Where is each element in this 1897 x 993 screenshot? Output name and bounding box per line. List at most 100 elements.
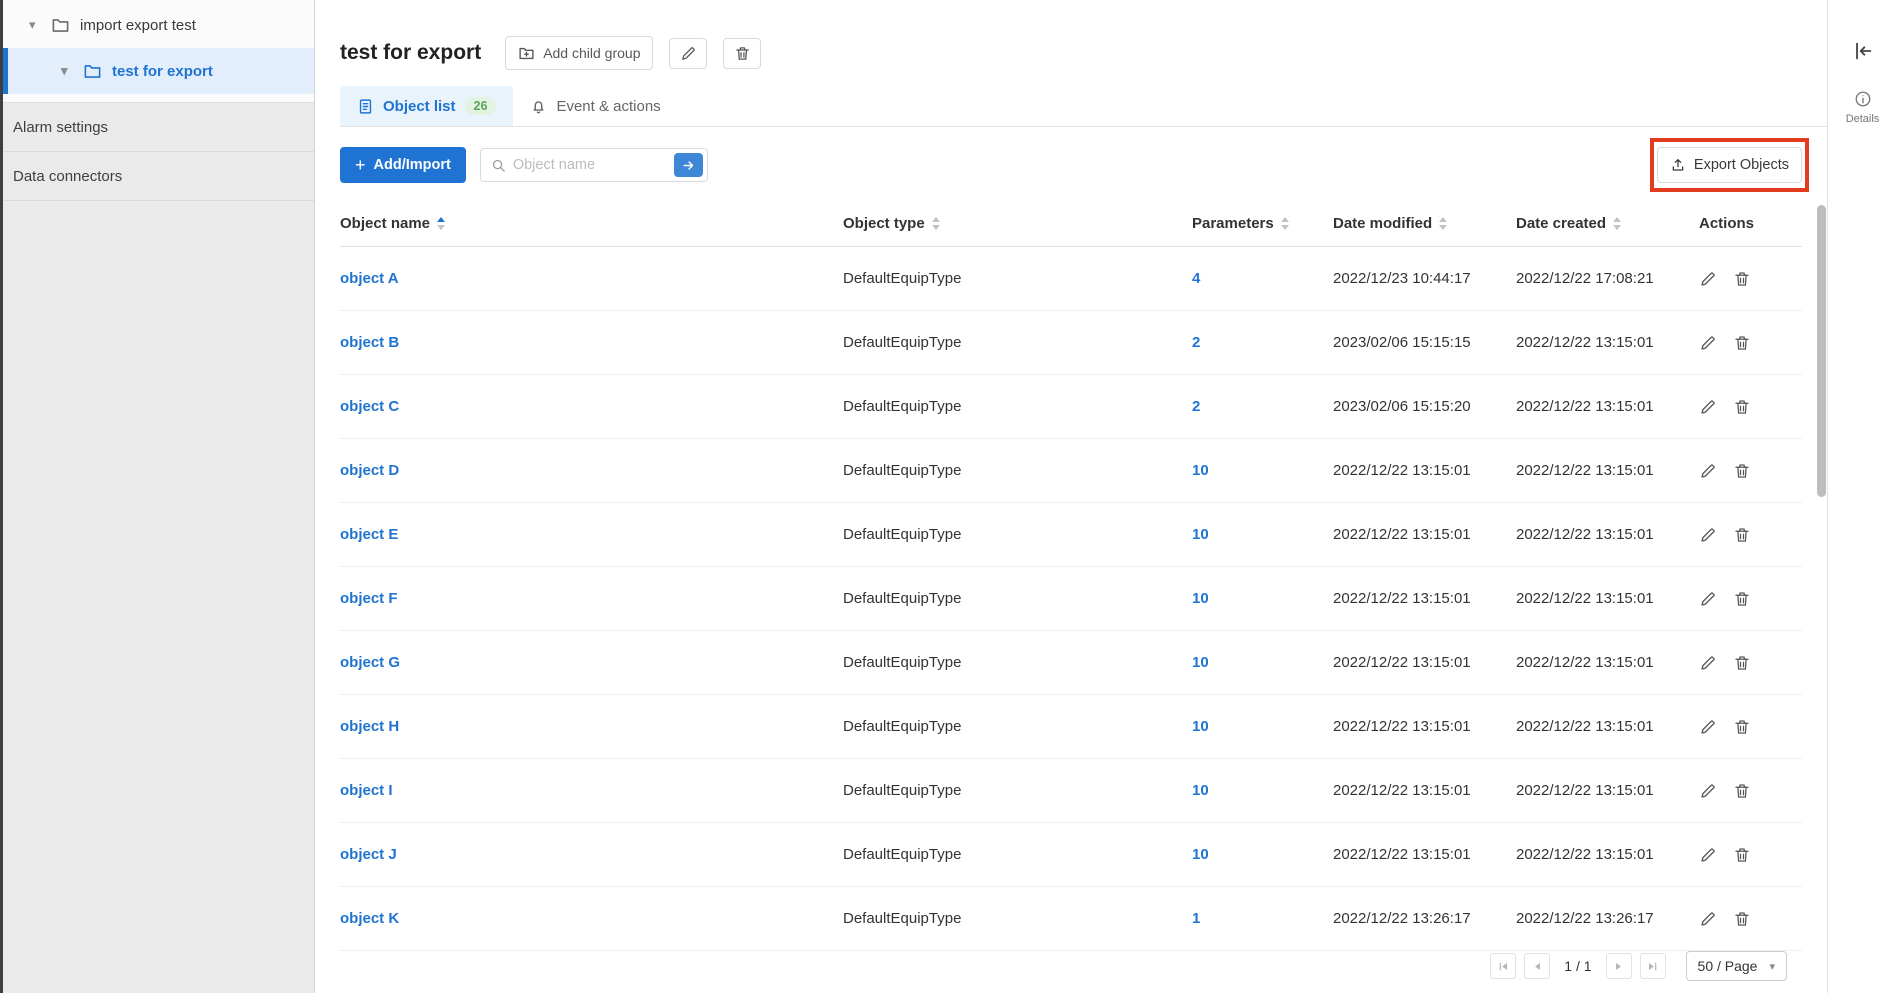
table-row: object A DefaultEquipType 4 2022/12/23 1… — [340, 247, 1802, 311]
object-name-link[interactable]: object E — [340, 526, 398, 543]
add-import-button[interactable]: + Add/Import — [340, 147, 466, 183]
edit-icon[interactable] — [1699, 910, 1717, 928]
object-type-cell: DefaultEquipType — [843, 526, 1192, 543]
page-size-select[interactable]: 50 / Page ▾ — [1686, 951, 1787, 981]
column-parameters[interactable]: Parameters — [1192, 215, 1333, 232]
chevron-down-icon[interactable]: ▾ — [61, 63, 77, 79]
date-modified-cell: 2022/12/22 13:15:01 — [1333, 590, 1516, 607]
parameters-link[interactable]: 10 — [1192, 654, 1209, 671]
edit-group-button[interactable] — [669, 38, 707, 69]
sort-icon[interactable] — [1281, 217, 1289, 230]
sort-icon[interactable] — [1613, 217, 1621, 230]
edit-icon[interactable] — [1699, 782, 1717, 800]
last-page-button[interactable] — [1640, 953, 1666, 979]
sort-icon[interactable] — [932, 217, 940, 230]
object-name-link[interactable]: object H — [340, 718, 399, 735]
delete-group-button[interactable] — [723, 38, 761, 69]
delete-icon[interactable] — [1733, 590, 1751, 608]
delete-icon[interactable] — [1733, 398, 1751, 416]
sort-icon[interactable] — [1439, 217, 1447, 230]
parameters-link[interactable]: 10 — [1192, 846, 1209, 863]
delete-icon[interactable] — [1733, 846, 1751, 864]
delete-icon[interactable] — [1733, 782, 1751, 800]
column-object-type[interactable]: Object type — [843, 215, 1192, 232]
parameters-link[interactable]: 2 — [1192, 334, 1200, 351]
object-name-link[interactable]: object C — [340, 398, 399, 415]
object-name-link[interactable]: object J — [340, 846, 397, 863]
scrollbar-thumb[interactable] — [1817, 205, 1826, 497]
edit-icon[interactable] — [1699, 590, 1717, 608]
parameters-link[interactable]: 10 — [1192, 718, 1209, 735]
parameters-link[interactable]: 10 — [1192, 590, 1209, 607]
sidebar-item-data-connectors[interactable]: Data connectors — [3, 152, 314, 201]
tree-item-test-for-export[interactable]: ▾ test for export — [3, 48, 314, 94]
next-page-button[interactable] — [1606, 953, 1632, 979]
tree-item-label: test for export — [112, 63, 213, 80]
delete-icon[interactable] — [1733, 462, 1751, 480]
chevron-down-icon[interactable]: ▾ — [29, 17, 45, 33]
collapse-panel-icon[interactable] — [1852, 40, 1874, 62]
edit-icon[interactable] — [1699, 654, 1717, 672]
object-name-link[interactable]: object A — [340, 270, 399, 287]
edit-icon[interactable] — [1699, 398, 1717, 416]
object-name-link[interactable]: object G — [340, 654, 400, 671]
pencil-icon — [680, 45, 697, 62]
parameters-link[interactable]: 10 — [1192, 526, 1209, 543]
delete-icon[interactable] — [1733, 526, 1751, 544]
search-input[interactable] — [513, 157, 674, 173]
sidebar-item-label: Data connectors — [13, 168, 122, 185]
edit-icon[interactable] — [1699, 334, 1717, 352]
tab-event-actions[interactable]: Event & actions — [513, 86, 677, 126]
previous-page-button[interactable] — [1524, 953, 1550, 979]
edit-icon[interactable] — [1699, 462, 1717, 480]
object-name-link[interactable]: object K — [340, 910, 399, 927]
parameters-link[interactable]: 4 — [1192, 270, 1200, 287]
object-name-link[interactable]: object F — [340, 590, 398, 607]
plus-icon: + — [355, 156, 366, 174]
object-name-link[interactable]: object D — [340, 462, 399, 479]
date-modified-cell: 2022/12/22 13:15:01 — [1333, 462, 1516, 479]
right-panel: Details — [1827, 0, 1897, 993]
edit-icon[interactable] — [1699, 526, 1717, 544]
delete-icon[interactable] — [1733, 654, 1751, 672]
column-date-modified[interactable]: Date modified — [1333, 215, 1516, 232]
column-object-name[interactable]: Object name — [340, 215, 843, 232]
parameters-link[interactable]: 2 — [1192, 398, 1200, 415]
table-body: object A DefaultEquipType 4 2022/12/23 1… — [340, 247, 1802, 951]
page-header: test for export Add child group — [340, 36, 1802, 70]
edit-icon[interactable] — [1699, 846, 1717, 864]
object-name-link[interactable]: object B — [340, 334, 399, 351]
object-type-cell: DefaultEquipType — [843, 654, 1192, 671]
date-created-cell: 2022/12/22 13:15:01 — [1516, 654, 1699, 671]
delete-icon[interactable] — [1733, 334, 1751, 352]
delete-icon[interactable] — [1733, 910, 1751, 928]
parameters-link[interactable]: 1 — [1192, 910, 1200, 927]
object-name-link[interactable]: object I — [340, 782, 393, 799]
parameters-link[interactable]: 10 — [1192, 782, 1209, 799]
column-date-created[interactable]: Date created — [1516, 215, 1699, 232]
export-objects-button[interactable]: Export Objects — [1657, 147, 1802, 183]
sidebar-item-alarm-settings[interactable]: Alarm settings — [3, 103, 314, 152]
delete-icon[interactable] — [1733, 270, 1751, 288]
table-row: object D DefaultEquipType 10 2022/12/22 … — [340, 439, 1802, 503]
table-header: Object name Object type Parameters Date … — [340, 201, 1802, 247]
parameters-link[interactable]: 10 — [1192, 462, 1209, 479]
sort-icon[interactable] — [437, 217, 445, 230]
search-submit-button[interactable] — [674, 153, 703, 177]
tree-item-import-export-test[interactable]: ▾ import export test — [3, 2, 314, 48]
column-label: Object name — [340, 215, 430, 232]
delete-icon[interactable] — [1733, 718, 1751, 736]
search-box — [480, 148, 708, 182]
first-page-button[interactable] — [1490, 953, 1516, 979]
edit-icon[interactable] — [1699, 718, 1717, 736]
main-content: test for export Add child group Object l… — [315, 0, 1827, 993]
folder-plus-icon — [518, 45, 535, 62]
table-row: object J DefaultEquipType 10 2022/12/22 … — [340, 823, 1802, 887]
details-button[interactable]: Details — [1846, 90, 1880, 125]
add-child-group-button[interactable]: Add child group — [505, 36, 653, 70]
page-indicator: 1 / 1 — [1564, 958, 1591, 974]
object-type-cell: DefaultEquipType — [843, 846, 1192, 863]
edit-icon[interactable] — [1699, 270, 1717, 288]
tab-object-list[interactable]: Object list 26 — [340, 86, 513, 126]
column-actions: Actions — [1699, 215, 1802, 232]
